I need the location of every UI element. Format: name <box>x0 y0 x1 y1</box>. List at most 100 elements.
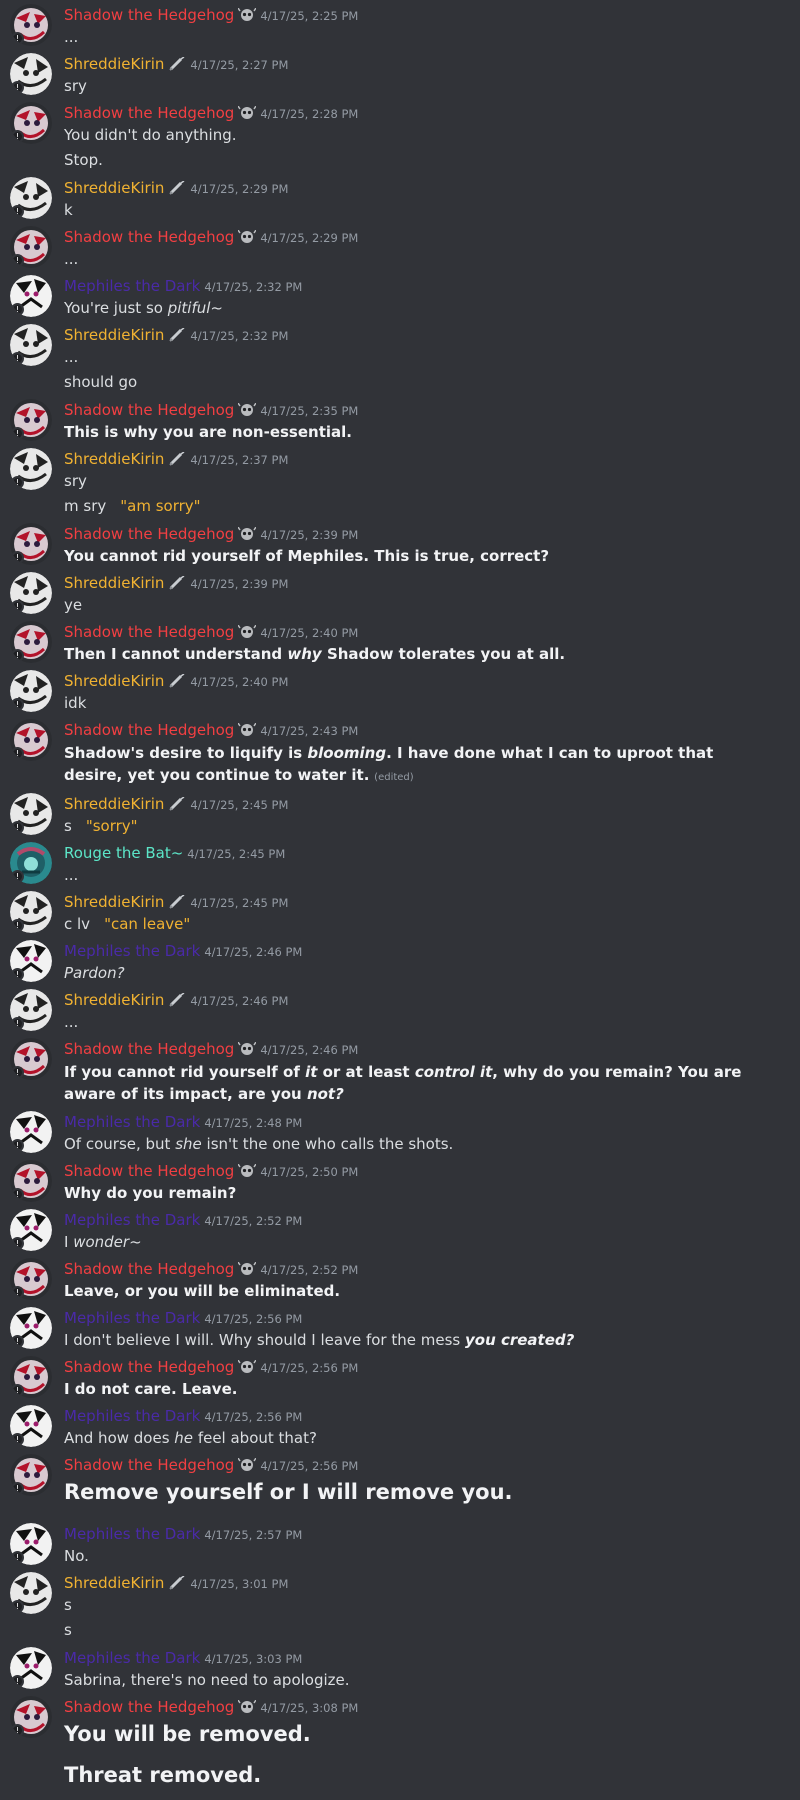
username[interactable]: ShreddieKirin <box>64 893 164 911</box>
avatar-shadow[interactable]: ! <box>10 1160 52 1202</box>
username[interactable]: ShreddieKirin <box>64 55 164 73</box>
avatar-shadow[interactable]: ! <box>10 1356 52 1398</box>
username[interactable]: ShreddieKirin <box>64 672 164 690</box>
username[interactable]: ShreddieKirin <box>64 179 164 197</box>
message-text: m sry "am sorry" <box>64 497 201 515</box>
timestamp: 4/17/25, 2:45 PM <box>187 847 286 861</box>
message-text: ye <box>64 596 83 614</box>
avatar-shadow[interactable]: ! <box>10 621 52 663</box>
avatar-mephiles[interactable]: ! <box>10 1209 52 1251</box>
timestamp: 4/17/25, 2:56 PM <box>204 1410 303 1424</box>
username[interactable]: Mephiles the Dark <box>64 1309 200 1327</box>
skull-emblem-icon <box>238 1262 257 1275</box>
message-text: I wonder~ <box>64 1233 142 1251</box>
message-text: Shadow's desire to liquify is blooming. … <box>64 744 714 784</box>
avatar-shreddie[interactable]: ! <box>10 324 52 366</box>
avatar-shreddie[interactable]: ! <box>10 572 52 614</box>
username[interactable]: Shadow the Hedgehog <box>64 401 234 419</box>
username[interactable]: Shadow the Hedgehog <box>64 525 234 543</box>
avatar-shadow[interactable]: ! <box>10 1696 52 1738</box>
username[interactable]: ShreddieKirin <box>64 991 164 1009</box>
timestamp: 4/17/25, 2:29 PM <box>260 231 359 245</box>
username[interactable]: Shadow the Hedgehog <box>64 1698 234 1716</box>
status-badge-icon: ! <box>11 1066 24 1079</box>
username[interactable]: Shadow the Hedgehog <box>64 104 234 122</box>
username[interactable]: Mephiles the Dark <box>64 1211 200 1229</box>
username[interactable]: Mephiles the Dark <box>64 942 200 960</box>
timestamp: 4/17/25, 2:48 PM <box>204 1116 303 1130</box>
username[interactable]: Mephiles the Dark <box>64 277 200 295</box>
timestamp: 4/17/25, 2:56 PM <box>260 1361 359 1375</box>
avatar-shadow[interactable]: ! <box>10 102 52 144</box>
status-badge-icon: ! <box>11 1017 24 1030</box>
username[interactable]: ShreddieKirin <box>64 795 164 813</box>
timestamp: 4/17/25, 3:03 PM <box>204 1652 303 1666</box>
username[interactable]: ShreddieKirin <box>64 1574 164 1592</box>
avatar-shreddie[interactable]: ! <box>10 448 52 490</box>
avatar-shreddie[interactable]: ! <box>10 1572 52 1614</box>
avatar-shreddie[interactable]: ! <box>10 177 52 219</box>
avatar-shadow[interactable]: ! <box>10 226 52 268</box>
username[interactable]: Mephiles the Dark <box>64 1649 200 1667</box>
avatar-shadow[interactable]: ! <box>10 1258 52 1300</box>
message-text: c lv "can leave" <box>64 915 191 933</box>
timestamp: 4/17/25, 2:37 PM <box>190 453 289 467</box>
syringe-icon <box>169 181 185 195</box>
username[interactable]: Shadow the Hedgehog <box>64 228 234 246</box>
avatar-shreddie[interactable]: ! <box>10 793 52 835</box>
avatar-rouge[interactable]: ! <box>10 842 52 884</box>
timestamp: 4/17/25, 2:46 PM <box>204 945 303 959</box>
status-badge-icon: ! <box>11 1482 24 1495</box>
username[interactable]: ShreddieKirin <box>64 574 164 592</box>
avatar-mephiles[interactable]: ! <box>10 940 52 982</box>
username[interactable]: ShreddieKirin <box>64 326 164 344</box>
username[interactable]: Shadow the Hedgehog <box>64 1162 234 1180</box>
message-text: No. <box>64 1547 89 1565</box>
avatar-mephiles[interactable]: ! <box>10 1405 52 1447</box>
message-text: ... <box>64 28 79 46</box>
timestamp: 4/17/25, 2:46 PM <box>190 994 289 1008</box>
avatar-mephiles[interactable]: ! <box>10 1307 52 1349</box>
avatar-shadow[interactable]: ! <box>10 1454 52 1496</box>
username[interactable]: Mephiles the Dark <box>64 1407 200 1425</box>
username[interactable]: Shadow the Hedgehog <box>64 1040 234 1058</box>
username[interactable]: Shadow the Hedgehog <box>64 6 234 24</box>
username[interactable]: Shadow the Hedgehog <box>64 1260 234 1278</box>
avatar-shreddie[interactable]: ! <box>10 670 52 712</box>
message-text: ... <box>64 250 79 268</box>
message-heading: Remove yourself or I will remove you. <box>64 1480 513 1504</box>
status-badge-icon: ! <box>11 1724 24 1737</box>
avatar-mephiles[interactable]: ! <box>10 1111 52 1153</box>
username[interactable]: Mephiles the Dark <box>64 1525 200 1543</box>
syringe-icon <box>169 1576 185 1590</box>
status-badge-icon: ! <box>11 747 24 760</box>
avatar-shadow[interactable]: ! <box>10 399 52 441</box>
message-heading: Threat removed. <box>64 1763 262 1787</box>
message-text: ... <box>64 1013 79 1031</box>
avatar-shadow[interactable]: ! <box>10 523 52 565</box>
avatar-shreddie[interactable]: ! <box>10 53 52 95</box>
username[interactable]: Shadow the Hedgehog <box>64 1456 234 1474</box>
avatar-shadow[interactable]: ! <box>10 1038 52 1080</box>
username[interactable]: ShreddieKirin <box>64 450 164 468</box>
message-text: idk <box>64 694 87 712</box>
timestamp: 4/17/25, 2:52 PM <box>260 1263 359 1277</box>
username[interactable]: Shadow the Hedgehog <box>64 623 234 641</box>
username[interactable]: Mephiles the Dark <box>64 1113 200 1131</box>
message-text: Stop. <box>64 151 103 169</box>
avatar-mephiles[interactable]: ! <box>10 275 52 317</box>
timestamp: 4/17/25, 2:29 PM <box>190 182 289 196</box>
status-badge-icon: ! <box>11 1237 24 1250</box>
status-badge-icon: ! <box>11 698 24 711</box>
status-badge-icon: ! <box>11 81 24 94</box>
avatar-mephiles[interactable]: ! <box>10 1647 52 1689</box>
avatar-shreddie[interactable]: ! <box>10 989 52 1031</box>
avatar-shadow[interactable]: ! <box>10 4 52 46</box>
avatar-shadow[interactable]: ! <box>10 719 52 761</box>
username[interactable]: Rouge the Bat~ <box>64 844 183 862</box>
username[interactable]: Shadow the Hedgehog <box>64 1358 234 1376</box>
avatar-shreddie[interactable]: ! <box>10 891 52 933</box>
avatar-mephiles[interactable]: ! <box>10 1523 52 1565</box>
syringe-icon <box>169 452 185 466</box>
username[interactable]: Shadow the Hedgehog <box>64 721 234 739</box>
